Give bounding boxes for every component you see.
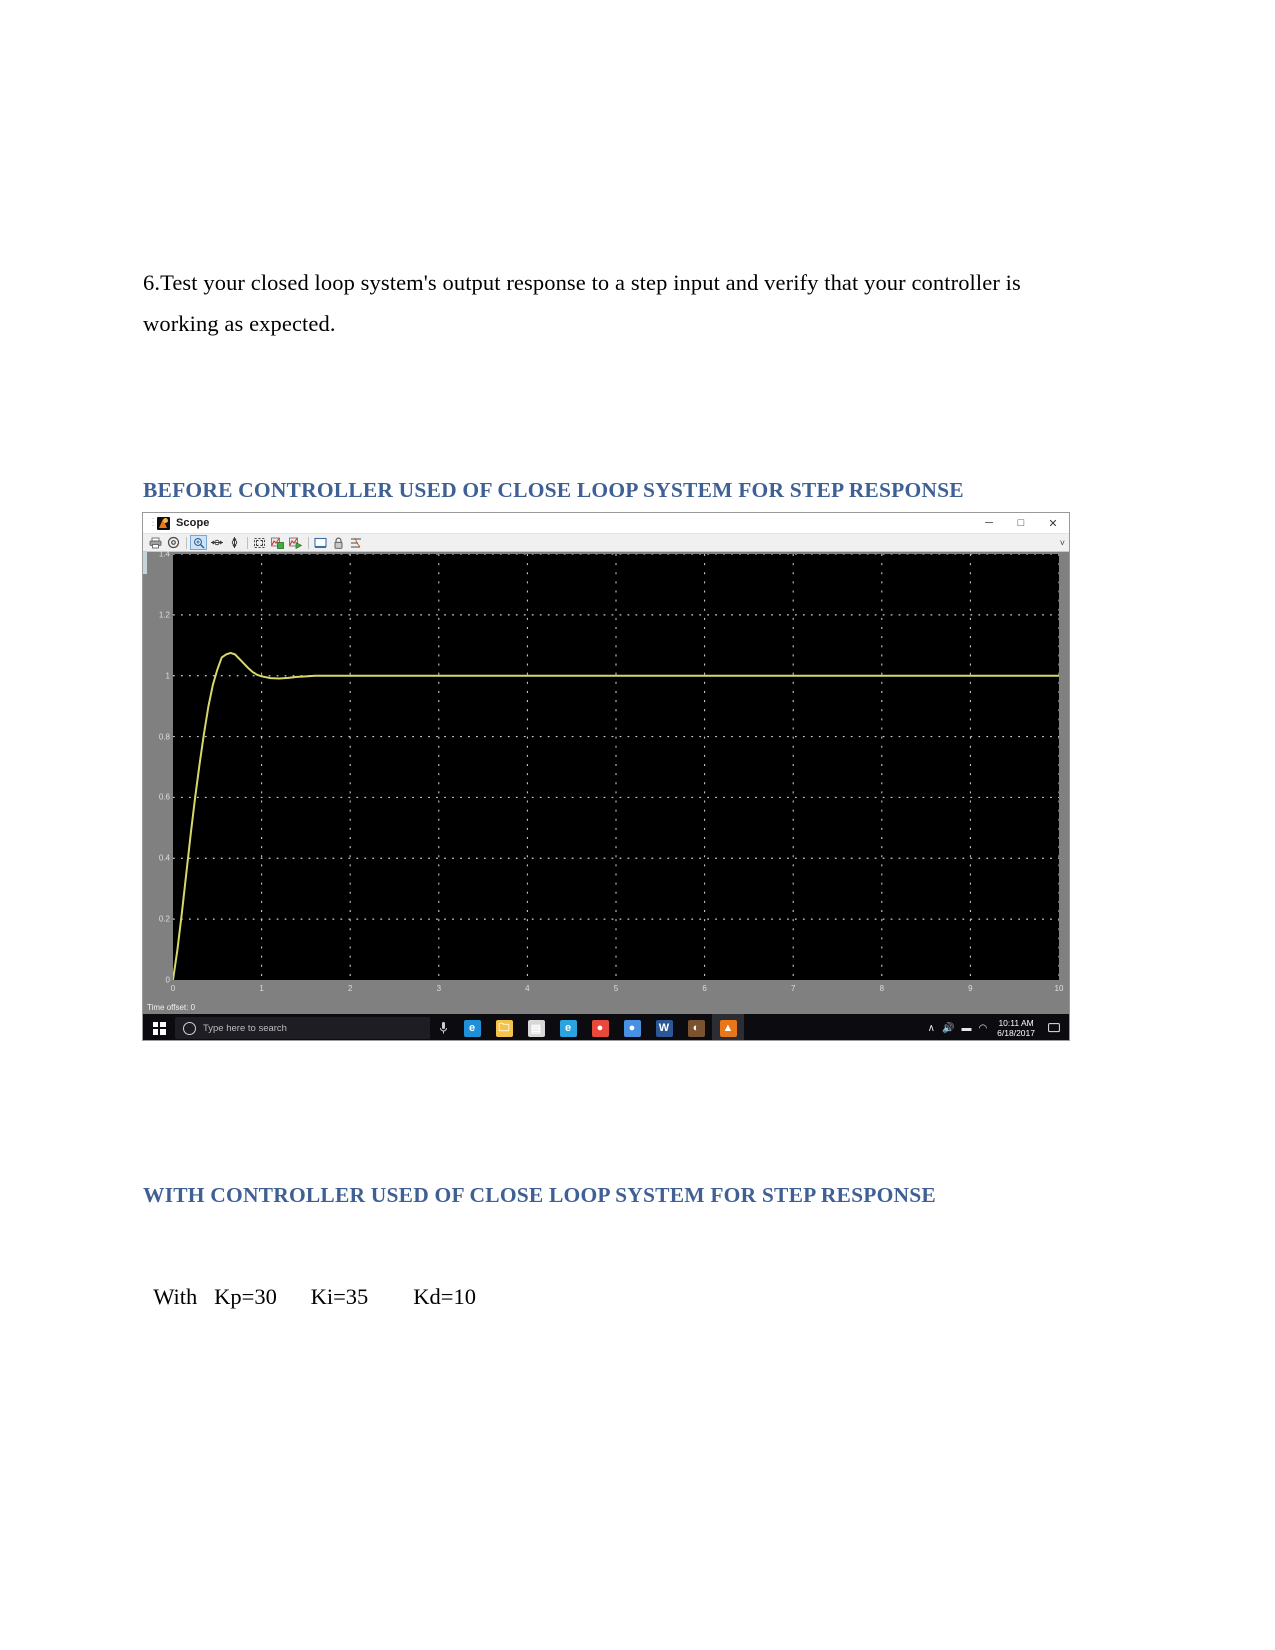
y-axis: 0 0.2 0.4 0.6 0.8 1 1.2 1.4 <box>143 549 173 1000</box>
x-tick-label: 0 <box>170 984 176 993</box>
start-button[interactable] <box>143 1014 175 1040</box>
taskbar-clock[interactable]: 10:11 AM 6/18/2017 <box>994 1018 1038 1038</box>
taskbar-app-word[interactable]: W <box>648 1014 680 1040</box>
search-placeholder: Type here to search <box>203 1022 287 1034</box>
taskbar-app-matlab-icon: ▲ <box>719 1019 737 1037</box>
y-tick-label: 0.4 <box>158 853 170 863</box>
print-icon[interactable] <box>147 535 164 550</box>
toolbar-separator <box>247 536 248 549</box>
tray-chevron-icon[interactable]: ∧ <box>928 1023 935 1034</box>
scope-window-title: Scope <box>176 517 210 529</box>
volume-icon[interactable]: 🔊 <box>942 1023 954 1034</box>
y-tick-label: 1.2 <box>158 610 170 620</box>
y-tick-label: 0.2 <box>158 914 170 924</box>
y-tick-label: 0.8 <box>158 732 170 742</box>
taskbar-app-edge-2-icon: e <box>559 1019 577 1037</box>
x-tick-label: 10 <box>1054 984 1064 993</box>
matlab-icon <box>157 516 170 530</box>
matlab-scope-window: ⋮ Scope ─ □ ✕ ˅ 0 0.2 0.4 0.6 0.8 1 1.2 … <box>142 512 1070 1041</box>
x-tick-label: 4 <box>525 984 530 993</box>
system-tray: ∧ 🔊 ▬ ◠ 10:11 AM 6/18/2017 <box>928 1014 1069 1040</box>
taskbar-app-matlab[interactable]: ▲ <box>712 1014 744 1040</box>
taskbar-app-edge-2[interactable]: e <box>552 1014 584 1040</box>
title-grip-icon: ⋮ <box>148 517 158 528</box>
wifi-icon[interactable]: ◠ <box>978 1023 987 1034</box>
x-tick-label: 3 <box>436 984 442 993</box>
cortana-mic-icon[interactable] <box>430 1014 456 1040</box>
action-center-icon[interactable] <box>1045 1014 1063 1040</box>
instruction-paragraph: 6.Test your closed loop system's output … <box>143 270 1021 336</box>
configuration-properties-icon[interactable] <box>165 535 182 550</box>
x-tick-label: 8 <box>879 984 885 993</box>
network-icon[interactable]: ▬ <box>961 1023 971 1034</box>
legend-icon[interactable] <box>312 535 329 550</box>
clock-date: 6/18/2017 <box>997 1028 1035 1038</box>
taskbar-app-browser-icon: ◐ <box>687 1019 705 1037</box>
y-tick-label: 0 <box>165 975 170 985</box>
toolbar-overflow-caret-icon[interactable]: ˅ <box>1060 538 1065 548</box>
lock-icon[interactable] <box>330 535 347 550</box>
x-tick-label: 7 <box>790 984 796 993</box>
zoom-x-icon[interactable] <box>208 535 225 550</box>
step-response-plot <box>173 554 1059 980</box>
y-tick-label: 0.6 <box>158 792 170 802</box>
taskbar-app-list: e 🗀 ▤ e ● ● W ◐ ▲ <box>456 1014 744 1040</box>
taskbar-app-chrome-2-icon: ● <box>623 1019 641 1037</box>
taskbar-app-word-icon: W <box>655 1019 673 1037</box>
taskbar-app-chrome[interactable]: ● <box>584 1014 616 1040</box>
x-tick-label: 2 <box>347 984 353 993</box>
maximize-button[interactable]: □ <box>1005 513 1037 533</box>
taskbar-app-chrome-2[interactable]: ● <box>616 1014 648 1040</box>
signal-selection-icon[interactable] <box>348 535 365 550</box>
taskbar-app-store-icon: ▤ <box>527 1019 545 1037</box>
y-tick-label: 1 <box>165 671 170 681</box>
minimize-button[interactable]: ─ <box>973 513 1005 533</box>
controller-gains-line: With Kp=30 Ki=35 Kd=10 <box>148 1284 476 1309</box>
scope-plot-area: 0 0.2 0.4 0.6 0.8 1 1.2 1.4 0 1 2 3 4 5 6 7 8 9 10 <box>143 549 1069 1000</box>
windows-taskbar: Type here to search e 🗀 ▤ e ● ● W ◐ ▲ ∧ 🔊 ▬ ◠ 10… <box>143 1014 1069 1040</box>
toolbar-separator <box>186 536 187 549</box>
x-tick-label: 5 <box>613 984 619 993</box>
zoom-in-icon[interactable] <box>190 535 207 550</box>
x-tick-label: 1 <box>259 984 264 993</box>
x-tick-label: 9 <box>968 984 973 993</box>
taskbar-app-edge[interactable]: e <box>456 1014 488 1040</box>
time-offset-label: Time offset: 0 <box>147 1002 196 1012</box>
close-button[interactable]: ✕ <box>1037 513 1069 533</box>
restore-cursor-position-icon[interactable] <box>287 535 304 550</box>
x-tick-label: 6 <box>702 984 707 993</box>
plot-canvas[interactable] <box>173 554 1059 980</box>
taskbar-app-file-explorer-icon: 🗀 <box>495 1019 513 1037</box>
taskbar-search-input[interactable]: Type here to search <box>175 1017 430 1039</box>
windows-logo-icon <box>152 1021 166 1035</box>
document-page: 6.Test your closed loop system's output … <box>0 0 1275 1650</box>
taskbar-app-browser[interactable]: ◐ <box>680 1014 712 1040</box>
taskbar-app-store[interactable]: ▤ <box>520 1014 552 1040</box>
taskbar-app-edge-icon: e <box>463 1019 481 1037</box>
scope-toolbar: ˅ <box>143 534 1069 552</box>
clock-time: 10:11 AM <box>998 1018 1034 1028</box>
autoscale-icon[interactable] <box>251 535 268 550</box>
scope-status-bar: Time offset: 0 <box>143 1000 1069 1014</box>
scope-title-bar: ⋮ Scope ─ □ ✕ <box>143 513 1069 534</box>
save-cursor-position-icon[interactable] <box>269 535 286 550</box>
y-tick-label: 1.4 <box>158 549 170 559</box>
taskbar-app-file-explorer[interactable]: 🗀 <box>488 1014 520 1040</box>
heading-with-controller: WITH CONTROLLER USED OF CLOSE LOOP SYSTE… <box>143 1183 936 1207</box>
x-axis: 0 1 2 3 4 5 6 7 8 9 10 <box>170 980 1064 998</box>
taskbar-app-chrome-icon: ● <box>591 1019 609 1037</box>
heading-before-controller: BEFORE CONTROLLER USED OF CLOSE LOOP SYS… <box>143 478 964 502</box>
zoom-y-icon[interactable] <box>226 535 243 550</box>
toolbar-separator <box>308 536 309 549</box>
cortana-circle-icon <box>183 1021 196 1035</box>
